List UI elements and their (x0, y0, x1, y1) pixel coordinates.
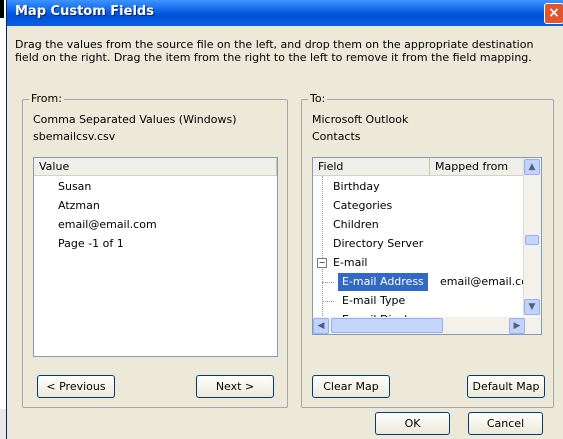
source-value-item[interactable]: Susan (58, 178, 91, 196)
field-item-email-address[interactable]: E-mail Address (338, 273, 428, 291)
field-item-email-type[interactable]: E-mail Type (342, 292, 405, 310)
ok-button[interactable]: OK (375, 412, 450, 435)
horizontal-scrollbar[interactable]: ◀ ▶ (313, 317, 541, 334)
background-window-mark (0, 0, 4, 18)
horizontal-scroll-thumb[interactable] (331, 318, 443, 333)
value-column-header[interactable]: Value (34, 158, 277, 176)
dialog-title: Map Custom Fields (15, 4, 154, 19)
tree-branch-line (322, 301, 334, 302)
tree-guide-line (322, 176, 323, 316)
scroll-down-icon[interactable]: ▼ (524, 299, 540, 315)
source-type: Comma Separated Values (Windows) (33, 113, 237, 126)
next-button[interactable]: Next > (196, 375, 274, 398)
field-item-birthday[interactable]: Birthday (333, 178, 380, 196)
from-group: From: Comma Separated Values (Windows) s… (22, 92, 288, 408)
scroll-left-icon[interactable]: ◀ (313, 318, 329, 334)
close-icon: × (548, 5, 560, 21)
clear-map-button[interactable]: Clear Map (312, 375, 390, 398)
from-label: From: (29, 92, 64, 105)
source-value-item[interactable]: email@email.com (58, 216, 157, 234)
scroll-right-icon[interactable]: ▶ (509, 318, 525, 334)
tree-branch-line (322, 282, 334, 283)
source-values-list[interactable]: Value Susan Atzman email@email.com Page … (33, 157, 278, 357)
close-button[interactable]: × (544, 3, 563, 24)
field-group-email[interactable]: E-mail (333, 254, 368, 272)
to-label: To: (308, 92, 328, 105)
field-item-categories[interactable]: Categories (333, 197, 392, 215)
source-value-item[interactable]: Page -1 of 1 (58, 235, 124, 253)
scroll-thumb[interactable] (525, 235, 539, 245)
destination-app: Microsoft Outlook (312, 113, 409, 126)
field-column-header[interactable]: Field (313, 158, 430, 176)
default-map-button[interactable]: Default Map (467, 375, 545, 398)
vertical-scrollbar[interactable]: ▲ ▼ (523, 158, 541, 316)
mapped-from-column-header[interactable]: Mapped from (430, 158, 526, 176)
destination-folder: Contacts (312, 130, 361, 143)
to-group: To: Microsoft Outlook Contacts Field Map… (301, 92, 554, 408)
previous-button[interactable]: < Previous (37, 375, 115, 398)
field-item-directory-server[interactable]: Directory Server (333, 235, 423, 253)
cancel-button[interactable]: Cancel (468, 412, 543, 435)
destination-fields-tree[interactable]: Field Mapped from Birthday Categories Ch… (312, 157, 542, 335)
instructions-text: Drag the values from the source file on … (15, 38, 534, 64)
field-item-children[interactable]: Children (333, 216, 379, 234)
source-value-item[interactable]: Atzman (58, 197, 100, 215)
title-bar[interactable]: Map Custom Fields × (7, 0, 563, 26)
source-file-name: sbemailcsv.csv (33, 130, 116, 143)
scroll-up-icon[interactable]: ▲ (524, 159, 540, 175)
collapse-icon[interactable]: − (317, 258, 327, 268)
map-custom-fields-dialog: Map Custom Fields × Drag the values from… (6, 0, 563, 439)
